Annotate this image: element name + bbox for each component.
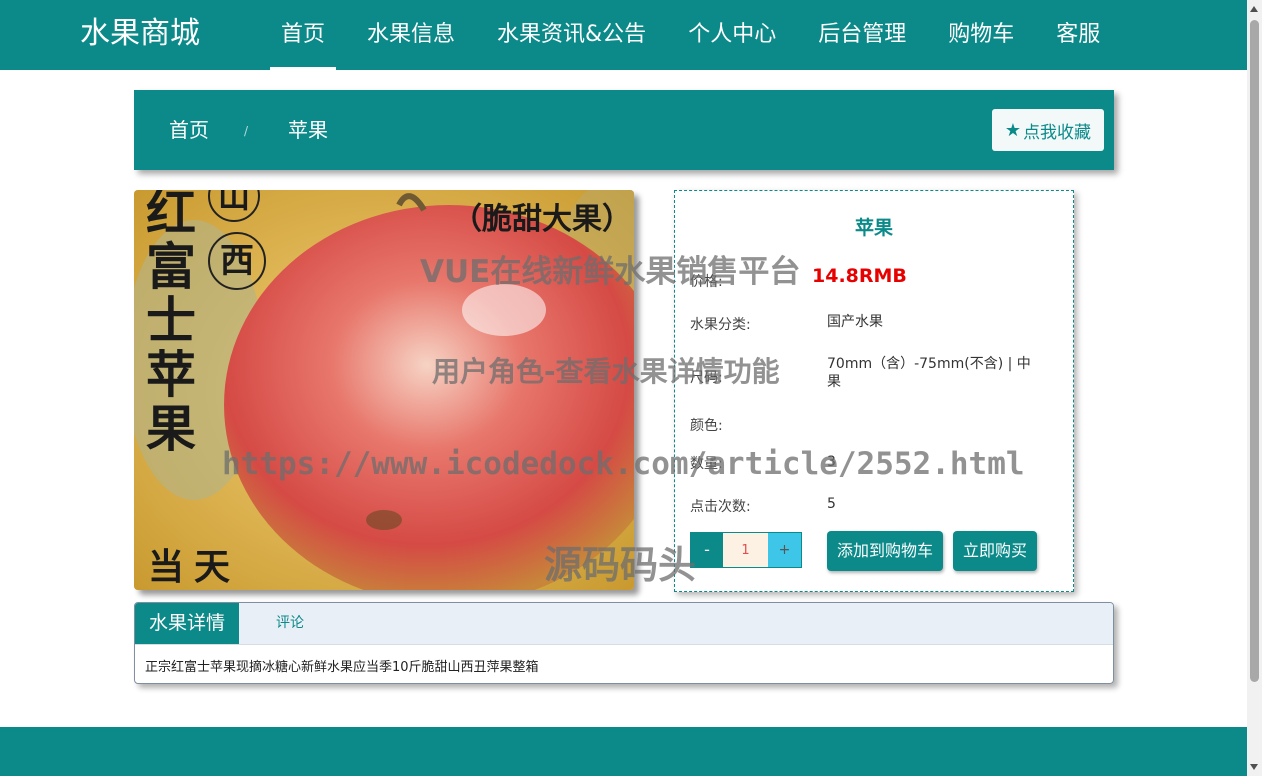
image-text-top-right: （脆甜大果） xyxy=(452,202,632,237)
clicks-label: 点击次数: xyxy=(690,499,751,515)
star-icon: ★ xyxy=(1004,119,1022,141)
watermark-platform: VUE在线新鲜水果销售平台 xyxy=(420,254,801,290)
watermark-source: 源码码头 xyxy=(544,543,697,587)
buy-now-button[interactable]: 立即购买 xyxy=(953,531,1037,571)
category-label: 水果分类: xyxy=(690,317,751,333)
detail-tabs: 水果详情 评论 正宗红富士苹果现摘冰糖心新鲜水果应当季10斤脆甜山西丑萍果整箱 xyxy=(134,602,1114,684)
nav-item-support[interactable]: 客服 xyxy=(1045,0,1111,70)
nav-item-fruit-info[interactable]: 水果信息 xyxy=(356,0,466,70)
scroll-thumb[interactable] xyxy=(1250,20,1259,682)
nav-item-home[interactable]: 首页 xyxy=(270,0,337,70)
color-label: 颜色: xyxy=(690,418,723,434)
price-value: 14.8RMB xyxy=(812,265,907,287)
product-title: 苹果 xyxy=(854,217,893,239)
scroll-up-arrow-icon[interactable] xyxy=(1250,6,1258,12)
brand-logo-text[interactable]: 水果商城 xyxy=(80,14,200,54)
page-footer xyxy=(0,727,1247,776)
category-value: 国产水果 xyxy=(827,314,883,330)
page-scrollbar[interactable] xyxy=(1247,0,1262,776)
quantity-input[interactable] xyxy=(723,533,769,567)
watermark-url: https://www.icodedock.com/article/2552.h… xyxy=(222,446,1025,482)
favorite-button[interactable]: ★ 点我收藏 xyxy=(992,109,1104,151)
tab-fruit-detail[interactable]: 水果详情 xyxy=(135,603,239,644)
quantity-stepper: - + xyxy=(690,532,802,568)
breadcrumb-home[interactable]: 首页 xyxy=(169,118,209,142)
breadcrumb: 首页 / 苹果 ★ 点我收藏 xyxy=(134,90,1114,170)
image-text-bottom: 当天 xyxy=(148,547,241,588)
top-navbar: 水果商城 首页 水果信息 水果资讯&公告 个人中心 后台管理 购物车 客服 xyxy=(0,0,1247,70)
fruit-detail-text: 正宗红富士苹果现摘冰糖心新鲜水果应当季10斤脆甜山西丑萍果整箱 xyxy=(145,660,539,675)
add-to-cart-button[interactable]: 添加到购物车 xyxy=(827,531,943,571)
nav-item-admin[interactable]: 后台管理 xyxy=(807,0,917,70)
size-value: 70mm（含）-75mm(不含) | 中果 xyxy=(827,356,1031,390)
tabs-header: 水果详情 评论 xyxy=(135,603,1113,645)
breadcrumb-separator: / xyxy=(244,124,249,138)
tab-comments[interactable]: 评论 xyxy=(276,603,304,644)
watermark-feature: 用户角色-查看水果详情功能 xyxy=(432,355,780,388)
favorite-button-label: 点我收藏 xyxy=(1023,122,1092,143)
quantity-increase-button[interactable]: + xyxy=(768,533,801,567)
breadcrumb-current: 苹果 xyxy=(288,118,328,142)
nav-item-news[interactable]: 水果资讯&公告 xyxy=(486,0,657,70)
main-nav: 首页 水果信息 水果资讯&公告 个人中心 后台管理 购物车 客服 xyxy=(270,0,1131,70)
image-text-circle-bottom: 西 xyxy=(208,232,266,290)
clicks-value: 5 xyxy=(827,496,836,512)
scroll-down-arrow-icon[interactable] xyxy=(1250,764,1258,770)
nav-item-profile[interactable]: 个人中心 xyxy=(677,0,787,70)
nav-item-cart[interactable]: 购物车 xyxy=(937,0,1025,70)
image-text-vertical: 红富士苹果 xyxy=(146,190,196,458)
